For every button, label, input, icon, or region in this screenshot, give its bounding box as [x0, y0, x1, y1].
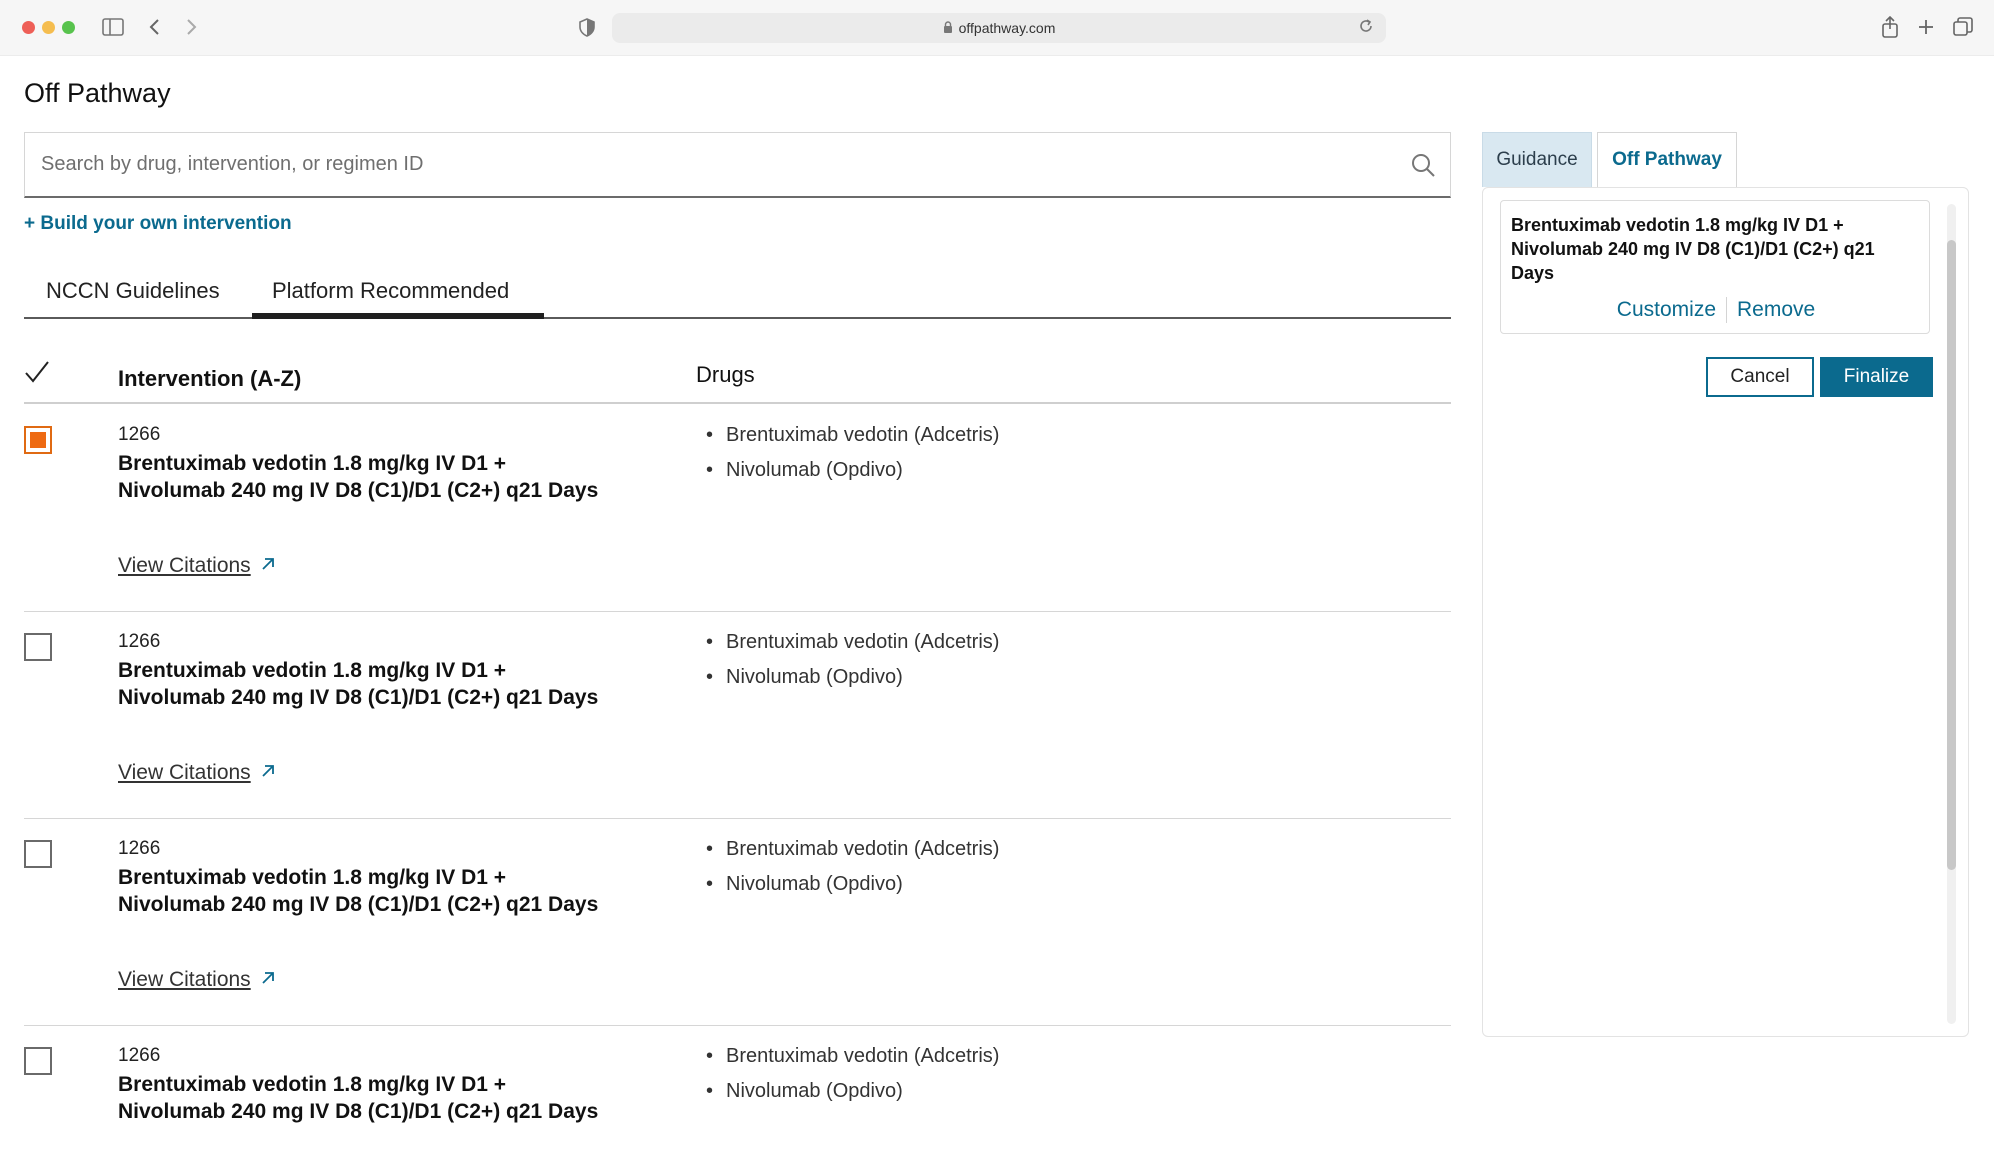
selected-intervention-actions: Customize Remove [1501, 297, 1931, 323]
selected-intervention-card: Brentuximab vedotin 1.8 mg/kg IV D1 + Ni… [1500, 200, 1930, 334]
back-icon[interactable] [142, 14, 168, 40]
view-citations-link[interactable]: View Citations [118, 554, 277, 578]
tab-platform-recommended[interactable]: Platform Recommended [252, 270, 544, 319]
column-header-drugs: Drugs [696, 362, 755, 387]
drug-list: Brentuximab vedotin (Adcetris) Nivolumab… [706, 424, 999, 494]
view-citations-label: View Citations [118, 554, 251, 577]
regimen-id: 1266 [118, 1045, 161, 1066]
drug-item: Brentuximab vedotin (Adcetris) [706, 631, 999, 666]
build-intervention-link[interactable]: + Build your own intervention [24, 213, 292, 235]
drug-item: Nivolumab (Opdivo) [706, 666, 999, 701]
drug-item: Nivolumab (Opdivo) [706, 1080, 999, 1115]
finalize-button[interactable]: Finalize [1820, 357, 1933, 397]
remove-button[interactable]: Remove [1727, 298, 1825, 322]
tab-nccn-guidelines[interactable]: NCCN Guidelines [46, 278, 220, 319]
external-link-icon [259, 969, 277, 987]
drug-item: Brentuximab vedotin (Adcetris) [706, 838, 999, 873]
tab-platform-recommended-label: Platform Recommended [272, 278, 510, 303]
checkmark-icon [24, 360, 50, 386]
row-checkbox[interactable] [24, 426, 52, 454]
intervention-title: Brentuximab vedotin 1.8 mg/kg IV D1 + Ni… [118, 659, 599, 709]
drug-item: Nivolumab (Opdivo) [706, 873, 999, 908]
column-header-intervention[interactable]: Intervention (A-Z) [118, 366, 301, 392]
table-row: 1266 Brentuximab vedotin 1.8 mg/kg IV D1… [24, 1027, 1451, 1176]
zoom-window-button[interactable] [62, 21, 75, 34]
drug-item: Brentuximab vedotin (Adcetris) [706, 424, 999, 459]
table-row: 1266 Brentuximab vedotin 1.8 mg/kg IV D1… [24, 406, 1451, 612]
drug-list: Brentuximab vedotin (Adcetris) Nivolumab… [706, 631, 999, 701]
view-citations-link[interactable]: View Citations [118, 968, 277, 992]
intervention-title: Brentuximab vedotin 1.8 mg/kg IV D1 + Ni… [118, 1073, 599, 1123]
share-icon[interactable] [1877, 14, 1903, 40]
tab-off-pathway[interactable]: Off Pathway [1597, 132, 1737, 187]
forward-icon[interactable] [178, 14, 204, 40]
table-row: 1266 Brentuximab vedotin 1.8 mg/kg IV D1… [24, 820, 1451, 1026]
view-citations-label: View Citations [118, 761, 251, 784]
lock-icon [943, 20, 953, 36]
view-citations-label: View Citations [118, 968, 251, 991]
drug-list: Brentuximab vedotin (Adcetris) Nivolumab… [706, 1045, 999, 1115]
search-icon[interactable] [1410, 152, 1436, 178]
drug-item: Brentuximab vedotin (Adcetris) [706, 1045, 999, 1080]
view-citations-link[interactable]: View Citations [118, 761, 277, 785]
row-checkbox[interactable] [24, 633, 52, 661]
sidebar-toggle-icon[interactable] [100, 14, 126, 40]
new-tab-icon[interactable] [1913, 14, 1939, 40]
external-link-icon [259, 762, 277, 780]
intervention-title: Brentuximab vedotin 1.8 mg/kg IV D1 + Ni… [118, 866, 599, 916]
row-checkbox[interactable] [24, 840, 52, 868]
cancel-button[interactable]: Cancel [1706, 357, 1814, 397]
search-input[interactable] [25, 133, 1385, 195]
browser-toolbar: offpathway.com [0, 0, 1994, 56]
search-box [24, 132, 1451, 198]
side-panel: Brentuximab vedotin 1.8 mg/kg IV D1 + Ni… [1482, 187, 1969, 1037]
tab-guidance[interactable]: Guidance [1482, 132, 1592, 187]
selected-intervention-title: Brentuximab vedotin 1.8 mg/kg IV D1 + Ni… [1511, 215, 1875, 283]
page-title: Off Pathway [24, 78, 171, 108]
drug-item: Nivolumab (Opdivo) [706, 459, 999, 494]
side-panel-scrollbar[interactable] [1947, 204, 1956, 1024]
intervention-title: Brentuximab vedotin 1.8 mg/kg IV D1 + Ni… [118, 452, 599, 502]
guideline-tabs: NCCN Guidelines Platform Recommended [24, 270, 1451, 319]
regimen-id: 1266 [118, 631, 161, 652]
row-checkbox[interactable] [24, 1047, 52, 1075]
table-row: 1266 Brentuximab vedotin 1.8 mg/kg IV D1… [24, 613, 1451, 819]
customize-button[interactable]: Customize [1607, 298, 1726, 322]
regimen-id: 1266 [118, 424, 161, 445]
external-link-icon [259, 555, 277, 573]
privacy-shield-icon[interactable] [574, 14, 600, 40]
table-header: Intervention (A-Z) Drugs [24, 360, 1451, 404]
close-window-button[interactable] [22, 21, 35, 34]
address-bar[interactable]: offpathway.com [612, 13, 1386, 43]
minimize-window-button[interactable] [42, 21, 55, 34]
drug-list: Brentuximab vedotin (Adcetris) Nivolumab… [706, 838, 999, 908]
scrollbar-thumb[interactable] [1947, 240, 1956, 870]
url-text: offpathway.com [958, 20, 1056, 36]
regimen-id: 1266 [118, 838, 161, 859]
tab-overview-icon[interactable] [1950, 14, 1976, 40]
reload-icon[interactable] [1358, 18, 1378, 38]
